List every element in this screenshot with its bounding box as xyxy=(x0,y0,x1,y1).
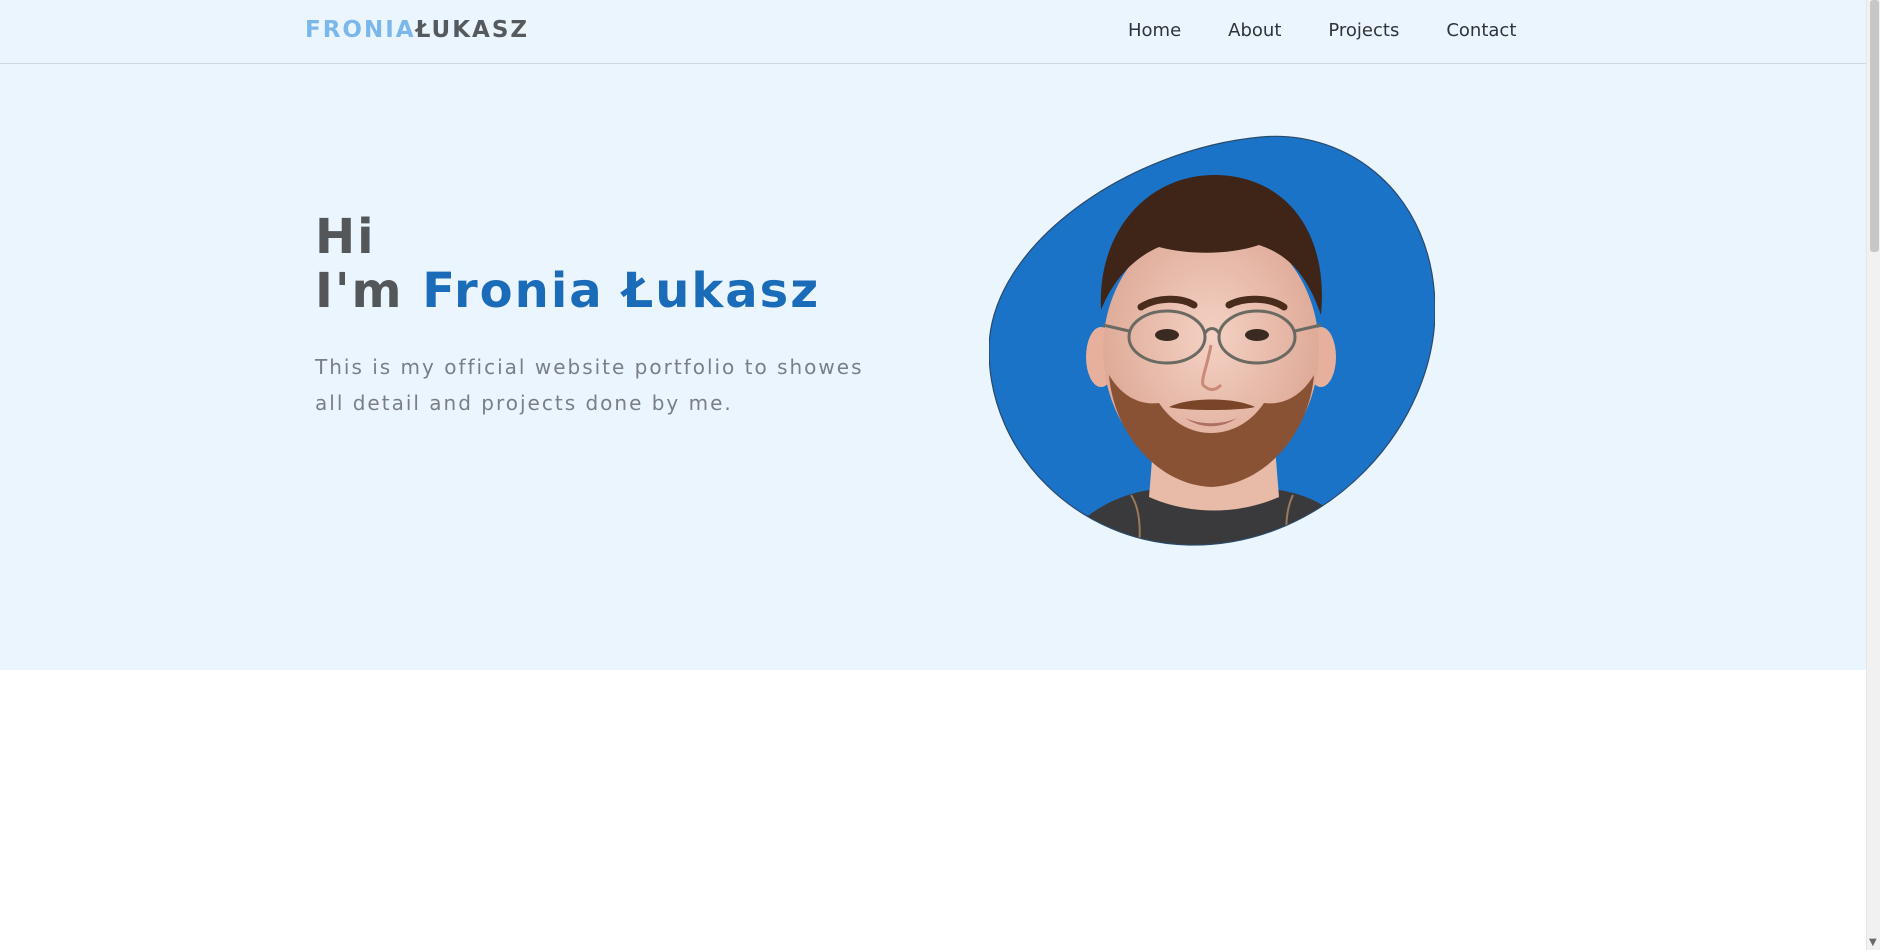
greeting-prefix: I'm xyxy=(315,263,423,319)
greeting-hi: Hi xyxy=(315,209,376,265)
page-scrollbar[interactable]: ▼ xyxy=(1866,0,1880,950)
scrollbar-thumb[interactable] xyxy=(1870,0,1879,252)
photo-content xyxy=(989,136,1435,546)
hero-tagline: This is my official website portfolio to… xyxy=(315,355,864,415)
hero-heading: Hi I'm Fronia Łukasz xyxy=(315,210,820,318)
main-nav: Home About Projects Contact xyxy=(1128,20,1563,41)
nav-link-projects[interactable]: Projects xyxy=(1328,20,1399,41)
nav-link-contact[interactable]: Contact xyxy=(1446,20,1516,41)
page: FRONIAŁUKASZ Home About Projects Contact… xyxy=(0,0,1880,950)
profile-photo xyxy=(989,135,1435,546)
logo[interactable]: FRONIAŁUKASZ xyxy=(305,17,529,43)
nav-link-about[interactable]: About xyxy=(1228,20,1281,41)
navbar: FRONIAŁUKASZ Home About Projects Contact xyxy=(0,0,1870,64)
logo-first-name: FRONIA xyxy=(305,17,416,43)
chevron-down-icon[interactable]: ▼ xyxy=(1869,937,1877,948)
nav-link-home[interactable]: Home xyxy=(1128,20,1181,41)
logo-last-name: ŁUKASZ xyxy=(415,17,530,43)
hero-name: Fronia Łukasz xyxy=(422,263,821,319)
hero-section: Hi I'm Fronia Łukasz This is my official… xyxy=(0,64,1870,670)
